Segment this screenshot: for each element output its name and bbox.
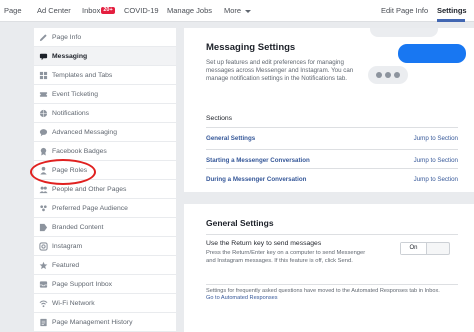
card-separator [184, 192, 474, 204]
instagram-icon [39, 242, 48, 251]
section-row: During a Messenger Conversation Jump to … [206, 168, 458, 190]
sidebar-item-label: Page Info [52, 34, 82, 41]
annotation-highlight-circle [30, 159, 96, 185]
return-key-setting-description: Press the Return/Enter key on a computer… [206, 250, 366, 264]
sidebar-item-label: Featured [52, 262, 80, 269]
typing-indicator-illustration [368, 66, 408, 84]
sidebar-item-page-support-inbox[interactable]: Page Support Inbox [34, 275, 176, 294]
history-icon [40, 318, 47, 327]
sidebar-item-wi-fi-network[interactable]: Wi-Fi Network [34, 294, 176, 313]
divider [206, 234, 458, 235]
nav-ad-center[interactable]: Ad Center [37, 0, 71, 22]
badge-icon [40, 147, 47, 156]
sidebar-item-label: Wi-Fi Network [52, 300, 95, 307]
main-content: Messaging Settings Set up features and e… [184, 28, 474, 332]
return-key-setting-label: Use the Return key to send messages [206, 240, 322, 247]
sidebar-item-page-management-history[interactable]: Page Management History [34, 313, 176, 332]
chat-icon [39, 53, 48, 61]
return-key-toggle[interactable]: On [400, 242, 450, 255]
sidebar-item-featured[interactable]: Featured [34, 256, 176, 275]
jump-to-section-link[interactable]: Jump to Section [414, 128, 458, 150]
sidebar-item-preferred-page-audience[interactable]: Preferred Page Audience [34, 199, 176, 218]
illustration-pill [370, 28, 438, 37]
nav-inbox[interactable]: Inbox 20+ [82, 0, 115, 22]
active-tab-indicator [437, 19, 465, 22]
sidebar-item-label: Branded Content [52, 224, 104, 231]
section-row: General Settings Jump to Section [206, 127, 458, 149]
top-navigation: Page Ad Center Inbox 20+ COVID-19 Manage … [0, 0, 474, 22]
chat-bubble-icon [39, 129, 48, 137]
sidebar-item-page-info[interactable]: Page Info [34, 28, 176, 47]
sidebar-item-label: Advanced Messaging [52, 129, 117, 136]
branded-content-icon [39, 223, 48, 232]
globe-icon [39, 109, 48, 118]
sidebar-item-advanced-messaging[interactable]: Advanced Messaging [34, 123, 176, 142]
nav-more[interactable]: More [224, 0, 252, 22]
sidebar-item-label: Page Management History [52, 319, 133, 326]
messaging-description: Set up features and edit preferences for… [206, 59, 354, 82]
nav-manage-jobs[interactable]: Manage Jobs [167, 0, 212, 22]
illustration-blue-bubble [398, 44, 466, 63]
general-settings-title: General Settings [206, 218, 274, 228]
nav-inbox-label: Inbox [82, 6, 101, 15]
sidebar-item-label: Messaging [52, 53, 88, 60]
audience-icon [40, 205, 47, 212]
page-title: Messaging Settings [206, 42, 296, 53]
sidebar-item-templates-and-tabs[interactable]: Templates and Tabs [34, 66, 176, 85]
jump-to-section-link[interactable]: Jump to Section [414, 169, 458, 191]
section-link-during-conversation[interactable]: During a Messenger Conversation [206, 169, 306, 191]
sidebar-item-branded-content[interactable]: Branded Content [34, 218, 176, 237]
nav-more-label: More [224, 6, 242, 15]
sidebar-item-notifications[interactable]: Notifications [34, 104, 176, 123]
inbox-count-badge: 20+ [101, 6, 115, 14]
star-icon [39, 261, 48, 270]
pencil-icon [39, 34, 47, 42]
sidebar-item-label: Event Ticketing [52, 91, 99, 98]
sidebar-item-messaging[interactable]: Messaging [34, 47, 176, 66]
sidebar-item-facebook-badges[interactable]: Facebook Badges [34, 142, 176, 161]
messaging-settings-card: Messaging Settings Set up features and e… [184, 28, 474, 192]
toggle-on-option[interactable]: On [401, 243, 427, 254]
sidebar-item-event-ticketing[interactable]: Event Ticketing [34, 85, 176, 104]
nav-edit-page-info[interactable]: Edit Page Info [381, 0, 428, 22]
general-settings-card: General Settings Use the Return key to s… [184, 204, 474, 332]
nav-covid[interactable]: COVID-19 [124, 0, 159, 22]
faq-moved-note: Settings for frequently asked questions … [206, 288, 440, 294]
sidebar-item-label: Notifications [52, 110, 90, 117]
divider [206, 284, 458, 285]
ticket-icon [39, 92, 48, 97]
people-icon [39, 186, 48, 194]
sidebar-item-label: Templates and Tabs [52, 72, 113, 79]
grid-icon [39, 71, 48, 80]
wifi-icon [39, 300, 48, 308]
sidebar-item-label: Preferred Page Audience [52, 205, 128, 212]
sidebar-item-instagram[interactable]: Instagram [34, 237, 176, 256]
automated-responses-link[interactable]: Go to Automated Responses [206, 295, 278, 301]
sidebar-item-label: Instagram [52, 243, 83, 250]
sidebar-item-label: Page Support Inbox [52, 281, 113, 288]
inbox-icon [39, 281, 48, 288]
chevron-down-icon [245, 9, 252, 13]
nav-page[interactable]: Page [4, 0, 22, 22]
sections-heading: Sections [206, 115, 233, 122]
section-link-general-settings[interactable]: General Settings [206, 128, 255, 150]
